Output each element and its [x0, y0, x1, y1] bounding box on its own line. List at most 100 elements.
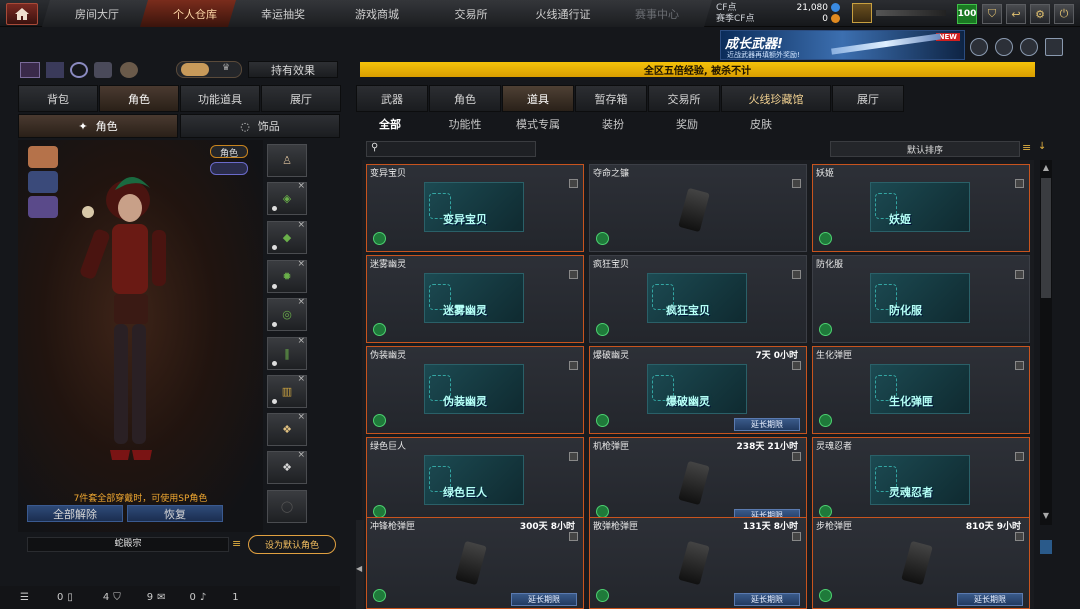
visibility-toggle[interactable] — [210, 162, 248, 175]
lock-icon[interactable] — [569, 270, 578, 279]
refresh-icon[interactable] — [70, 62, 88, 78]
remove-icon[interactable]: × — [297, 336, 305, 346]
filter-functional[interactable]: 功能性 — [435, 115, 495, 133]
nav-tab-pass[interactable]: 火线通行证 — [508, 0, 618, 27]
remove-icon[interactable]: × — [297, 450, 305, 460]
lock-icon[interactable] — [792, 361, 801, 370]
set-default-character-button[interactable]: 设为默认角色 — [248, 535, 336, 554]
remove-icon[interactable]: × — [297, 412, 305, 422]
figure-icon[interactable] — [94, 62, 112, 78]
item-card[interactable]: 灵魂忍者 灵魂忍者 — [812, 437, 1030, 525]
lock-icon[interactable] — [1015, 452, 1024, 461]
scroll-down-icon[interactable]: ▼ — [1040, 511, 1052, 521]
lock-icon[interactable] — [1015, 270, 1024, 279]
home-button[interactable] — [6, 3, 38, 25]
right-tab-weapon[interactable]: 武器 — [356, 85, 428, 112]
power-icon[interactable]: ⏻ — [1054, 4, 1074, 24]
equip-slot-9[interactable]: × ❖ — [267, 450, 307, 484]
extend-button[interactable]: 延长期限 — [511, 593, 577, 606]
lock-icon[interactable] — [1015, 532, 1024, 541]
lock-icon[interactable] — [569, 532, 578, 541]
skin-mode-icon[interactable] — [28, 171, 58, 193]
item-card[interactable]: 机枪弹匣 238天 21小时 延长期限 — [589, 437, 807, 525]
restore-button[interactable]: 恢复 — [127, 505, 223, 522]
filter-outfit[interactable]: 装扮 — [583, 115, 643, 133]
extend-button[interactable]: 延长期限 — [957, 593, 1023, 606]
right-tab-collection[interactable]: 火线珍藏馆 — [721, 85, 831, 112]
view-toggle[interactable]: ♛ — [176, 61, 242, 78]
right-tab-showroom[interactable]: 展厅 — [832, 85, 904, 112]
right-tab-exchange[interactable]: 交易所 — [648, 85, 720, 112]
holding-effect-button[interactable]: 持有效果 — [248, 61, 338, 78]
lock-icon[interactable] — [1015, 361, 1024, 370]
item-card[interactable]: 冲锋枪弹匣 300天 8小时 延长期限 — [366, 517, 584, 609]
item-card[interactable]: 疯狂宝贝 疯狂宝贝 — [589, 255, 807, 343]
role-tag[interactable]: 角色 — [210, 145, 248, 159]
badge-icon-4[interactable] — [1045, 38, 1063, 56]
badge-icon-3[interactable] — [1020, 38, 1038, 56]
scrollbar-thumb[interactable] — [1041, 178, 1051, 298]
equip-slot-1[interactable]: ♙ — [267, 144, 307, 177]
extend-button[interactable]: 延长期限 — [734, 593, 800, 606]
rank-icon[interactable] — [852, 3, 872, 23]
item-card[interactable]: 步枪弹匣 810天 9小时 延长期限 — [812, 517, 1030, 609]
toggle-on-icon[interactable] — [20, 62, 40, 78]
level-badge[interactable]: 100 — [957, 4, 977, 24]
item-card[interactable]: 生化弹匣 生化弹匣 — [812, 346, 1030, 434]
right-tab-items[interactable]: 道具 — [502, 85, 574, 112]
character-name-field[interactable]: 蛇殿宗 — [27, 537, 229, 552]
item-card[interactable]: 散弹枪弹匣 131天 8小时 延长期限 — [589, 517, 807, 609]
remove-icon[interactable]: × — [297, 220, 305, 230]
remove-icon[interactable]: × — [297, 374, 305, 384]
equip-slot-10[interactable]: ◯ — [267, 490, 307, 523]
item-card[interactable]: 防化服 防化服 — [812, 255, 1030, 343]
bag-icon[interactable] — [120, 62, 138, 78]
remove-icon[interactable]: × — [297, 297, 305, 307]
lock-icon[interactable] — [1015, 179, 1024, 188]
filter-reward[interactable]: 奖励 — [657, 115, 717, 133]
subtab-accessory[interactable]: ◌ 饰品 — [180, 114, 340, 138]
nav-tab-shop[interactable]: 游戏商城 — [322, 0, 432, 27]
lock-icon[interactable] — [569, 179, 578, 188]
stats-icon[interactable] — [46, 62, 64, 78]
remove-icon[interactable]: × — [297, 181, 305, 191]
nav-tab-lobby[interactable]: 房间大厅 — [42, 0, 152, 27]
unequip-all-button[interactable]: 全部解除 — [27, 505, 123, 522]
lock-icon[interactable] — [792, 179, 801, 188]
left-tab-character[interactable]: 角色 — [99, 85, 179, 112]
side-button[interactable] — [1040, 540, 1052, 554]
item-card[interactable]: 迷雾幽灵 迷雾幽灵 — [366, 255, 584, 343]
filter-mode[interactable]: 模式专属 — [508, 115, 568, 133]
item-card[interactable]: 妖姬 妖姬 — [812, 164, 1030, 252]
left-tab-backpack[interactable]: 背包 — [18, 85, 98, 112]
remove-icon[interactable]: × — [297, 259, 305, 269]
nav-tab-events[interactable]: 赛事中心 — [602, 0, 712, 27]
character-mode-icon[interactable] — [28, 146, 58, 168]
shield-icon[interactable]: ⛉ — [982, 4, 1002, 24]
item-card[interactable]: 伪装幽灵 伪装幽灵 — [366, 346, 584, 434]
left-arrow-strip[interactable]: ◀ — [356, 520, 364, 609]
exit-icon[interactable]: ↩ — [1006, 4, 1026, 24]
menu-icon[interactable]: ☰ — [20, 592, 29, 603]
lock-icon[interactable] — [792, 270, 801, 279]
left-tab-showroom[interactable]: 展厅 — [261, 85, 341, 112]
extend-button[interactable]: 延长期限 — [734, 418, 800, 431]
item-card[interactable]: 爆破幽灵 7天 0小时 爆破幽灵 延长期限 — [589, 346, 807, 434]
nav-tab-lottery[interactable]: 幸运抽奖 — [228, 0, 338, 27]
item-card[interactable]: 夺命之镰 — [589, 164, 807, 252]
equip-slot-4[interactable]: × ✹ — [267, 259, 307, 293]
equip-slot-2[interactable]: × ◈ — [267, 181, 307, 215]
lock-icon[interactable] — [792, 532, 801, 541]
item-card[interactable]: 绿色巨人 绿色巨人 — [366, 437, 584, 525]
scroll-up-icon[interactable]: ▲ — [1040, 163, 1052, 173]
equip-slot-5[interactable]: × ◎ — [267, 297, 307, 331]
badge-icon-2[interactable] — [995, 38, 1013, 56]
promo-banner[interactable]: 成长武器! 近战武器再填额外奖励! NEW — [720, 30, 965, 60]
equip-slot-3[interactable]: × ◆ — [267, 220, 307, 254]
equip-slot-7[interactable]: × ▥ — [267, 374, 307, 408]
subtab-character[interactable]: ✦ 角色 — [18, 114, 178, 138]
gear-icon[interactable]: ⚙ — [1030, 4, 1050, 24]
equip-slot-8[interactable]: × ❖ — [267, 412, 307, 446]
sort-dropdown[interactable]: 默认排序 — [830, 141, 1020, 157]
item-card[interactable]: 变异宝贝 变异宝贝 — [366, 164, 584, 252]
